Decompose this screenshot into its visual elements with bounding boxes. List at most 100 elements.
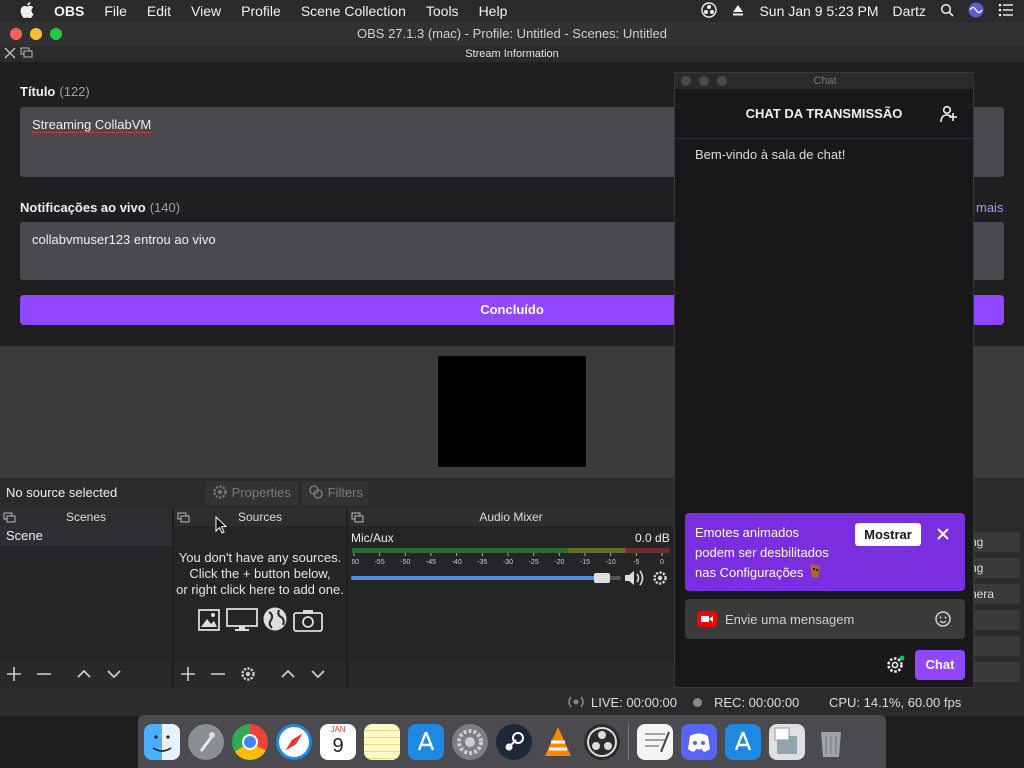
system-preferences-icon[interactable] [452,723,488,760]
menu-help[interactable]: Help [469,3,518,19]
title-input-value: Streaming CollabVM [32,117,152,133]
notes-icon[interactable] [364,723,400,760]
preview-canvas[interactable] [438,356,586,467]
show-emotes-button[interactable]: Mostrar [855,523,921,546]
chat-minimize-button[interactable] [699,76,709,86]
notification-center-icon[interactable] [998,3,1014,20]
calendar-day: 9 [332,734,344,757]
app-store-icon[interactable] [408,723,444,760]
chat-zoom-button[interactable] [717,76,727,86]
chat-settings-gear-icon[interactable] [885,655,905,680]
obs-status-icon[interactable] [701,1,718,21]
spotlight-search-icon[interactable] [940,3,954,20]
app-store-icon[interactable] [725,723,761,760]
emote-notice-line: podem ser desbilitados [695,544,829,560]
status-bar: LIVE: 00:00:00 REC: 00:00:00 CPU: 14.1%,… [0,688,1024,716]
vlc-icon[interactable] [540,724,576,760]
video-camera-icon [697,611,717,630]
scene-item[interactable]: Scene [0,526,172,546]
scenes-list[interactable]: Scene [0,526,172,662]
menu-file[interactable]: File [94,3,137,19]
window-close-button[interactable] [10,28,22,40]
macos-dock: JAN 9 [138,715,886,768]
browser-source-icon [262,607,288,636]
menu-scene-collection[interactable]: Scene Collection [291,3,416,19]
menubar-datetime[interactable]: Sun Jan 9 5:23 PM [759,3,878,19]
remove-scene-button[interactable] [36,666,52,687]
calendar-icon[interactable]: JAN 9 [320,723,356,760]
eject-icon[interactable] [731,3,745,20]
add-scene-button[interactable] [6,666,22,687]
notifications-char-count: (140) [149,200,181,215]
finder-icon[interactable] [144,723,180,760]
meter-tick-label: -45 [426,559,436,566]
chat-close-button[interactable] [681,76,691,86]
menubar-user[interactable]: Dartz [893,3,926,19]
chat-window: Chat CHAT DA TRANSMISSÃO Bem-vindo à sal… [674,72,975,688]
window-title: OBS 27.1.3 (mac) - Profile: Untitled - S… [357,26,667,41]
sources-empty-message: You don't have any sources. Click the + … [174,550,346,598]
emote-notice-text: Emotes animados podem ser desbilitados n… [695,523,829,586]
menu-profile[interactable]: Profile [231,3,291,19]
audio-channel-db: 0.0 dB [635,531,670,545]
meter-tick-label: -10 [606,559,616,566]
meter-tick-label: -55 [375,559,385,566]
move-scene-up-button[interactable] [76,666,92,687]
speaker-icon[interactable] [624,569,646,592]
properties-button[interactable]: Properties [206,481,298,505]
close-banner-icon[interactable] [937,528,949,543]
community-users-icon[interactable] [940,105,958,123]
chat-window-titlebar: Chat [675,73,975,89]
display-source-icon [225,608,258,636]
title-char-count: (122) [59,84,90,99]
discord-icon[interactable] [681,723,717,760]
more-link[interactable]: mais [976,200,1003,215]
filters-button[interactable]: Filters [302,481,368,505]
volume-slider-fill [351,576,608,580]
emote-notice-banner: Emotes animados podem ser desbilitados n… [685,513,965,591]
menu-edit[interactable]: Edit [137,3,181,19]
calendar-month: JAN [330,724,346,734]
move-scene-down-button[interactable] [106,666,122,687]
sources-list[interactable]: You don't have any sources. Click the + … [174,526,346,662]
window-zoom-button[interactable] [50,28,62,40]
send-chat-button[interactable]: Chat [915,650,965,680]
chrome-icon[interactable] [232,723,268,760]
window-minimize-button[interactable] [30,28,42,40]
meter-tick-label: -20 [554,559,564,566]
sources-empty-line: Click the + button below, [189,566,331,581]
remove-source-button[interactable] [210,666,226,687]
move-source-up-button[interactable] [280,666,296,687]
siri-icon[interactable] [968,2,984,21]
chat-window-title: Chat [813,75,837,87]
stream-info-dock-titlebar: Stream Information [0,46,1024,62]
menu-app-name[interactable]: OBS [44,3,94,19]
trash-icon[interactable] [813,724,849,760]
volume-slider-handle[interactable] [593,573,610,583]
launchpad-icon[interactable] [188,723,224,760]
emote-picker-icon[interactable] [935,611,951,630]
steam-icon[interactable] [496,723,532,760]
apple-icon[interactable] [0,1,44,21]
textedit-icon[interactable] [637,723,673,760]
sources-footer [174,662,346,688]
meter-tick-label: -40 [452,559,462,566]
obs-icon[interactable] [584,723,620,760]
menu-tools[interactable]: Tools [416,3,469,19]
chat-message-input[interactable]: Envie uma mensagem [685,599,965,639]
safari-icon[interactable] [276,723,312,760]
audio-channel-name: Mic/Aux [351,531,394,545]
preview-icon[interactable] [769,723,805,760]
sources-dock-header: Sources [174,508,346,526]
volume-slider[interactable] [351,576,621,580]
emote-icon [807,564,823,583]
audio-settings-gear-icon[interactable] [652,570,668,591]
emote-notice-line: nas Configurações [695,565,804,580]
properties-label: Properties [231,485,291,500]
menu-view[interactable]: View [181,3,231,19]
window-title-bar: OBS 27.1.3 (mac) - Profile: Untitled - S… [0,22,1024,46]
image-source-icon [197,609,221,636]
move-source-down-button[interactable] [310,666,326,687]
source-properties-gear-icon[interactable] [240,666,256,687]
add-source-button[interactable] [180,666,196,687]
